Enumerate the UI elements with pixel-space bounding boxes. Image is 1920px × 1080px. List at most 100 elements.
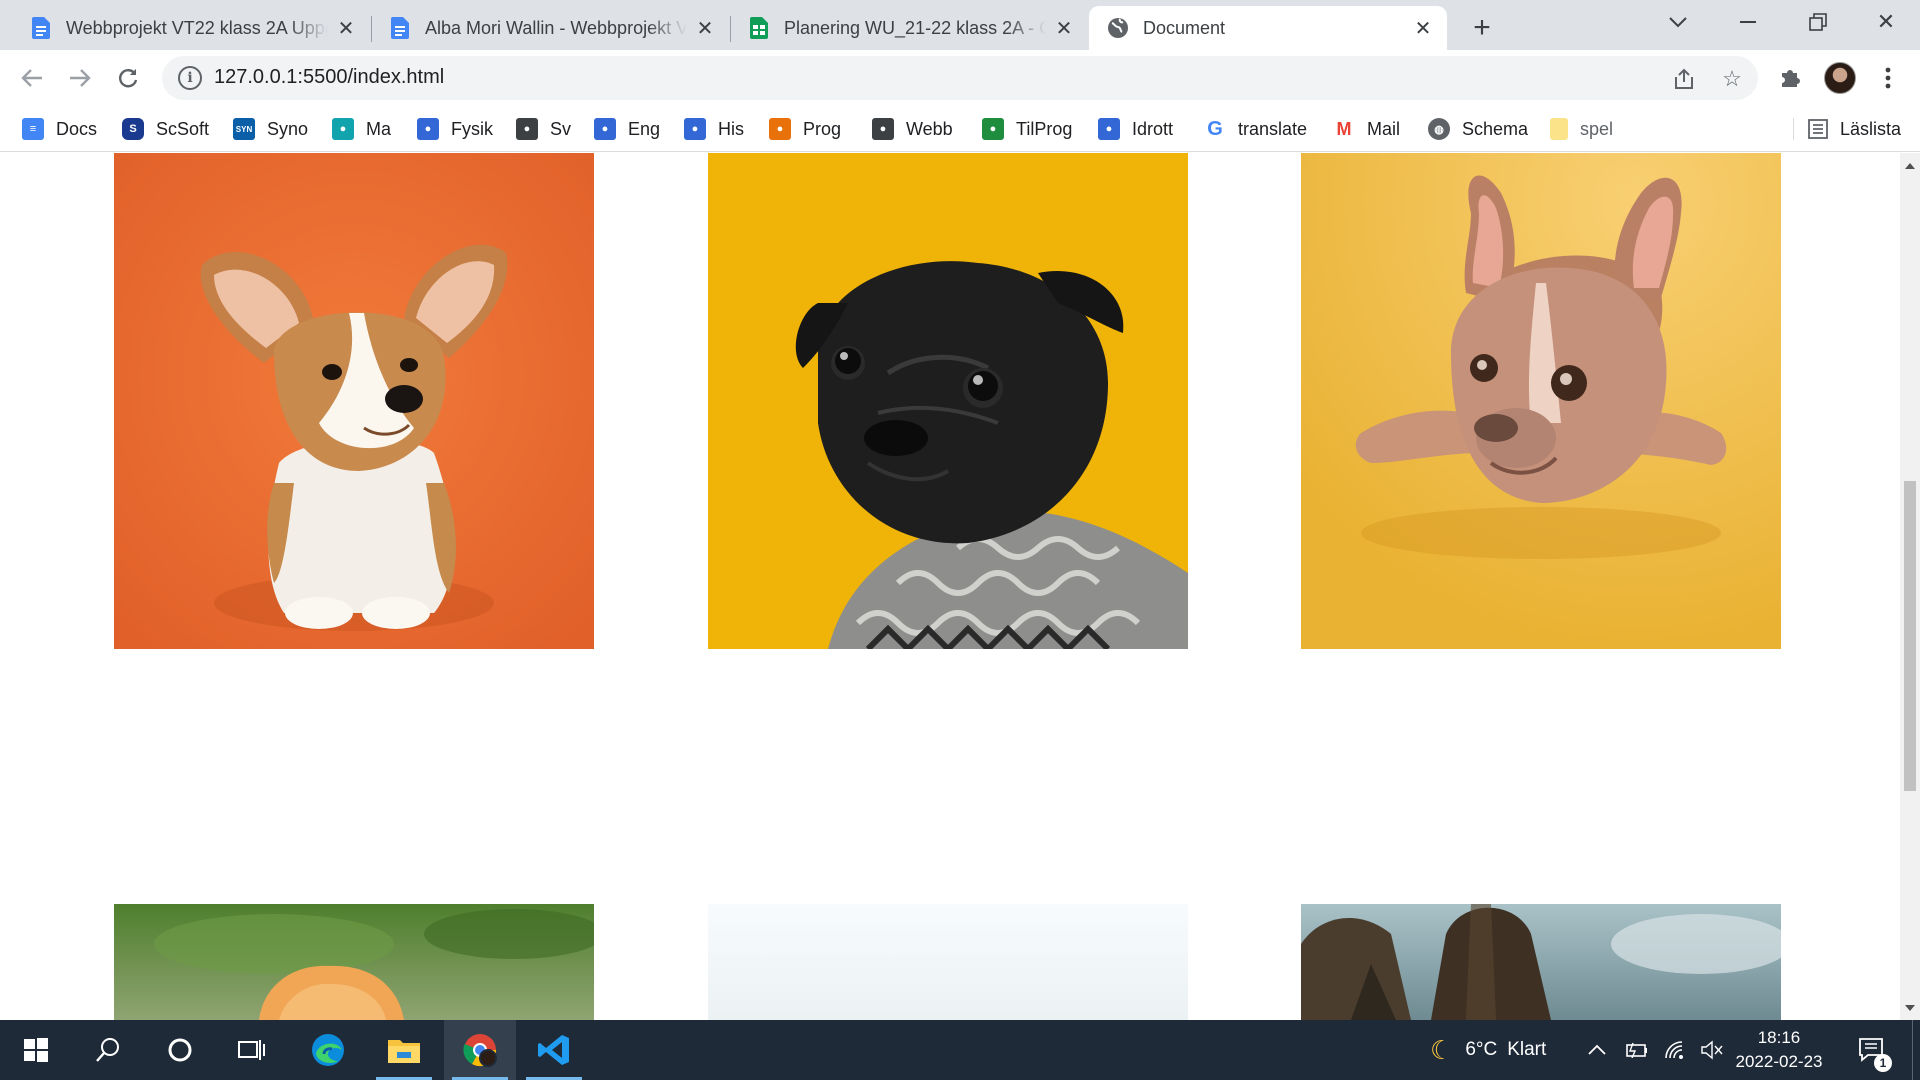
orange-dog-image xyxy=(114,904,594,1020)
bookmark-folder-spel[interactable]: spel xyxy=(1550,114,1613,144)
close-icon[interactable]: ✕ xyxy=(336,18,356,40)
classroom-icon: ● xyxy=(1098,118,1120,140)
url-text[interactable]: 127.0.0.1:5500/index.html xyxy=(214,66,444,89)
clock-date: 2022-02-23 xyxy=(1735,1052,1823,1071)
bookmark-label: Sv xyxy=(550,118,572,139)
bookmark-docs[interactable]: ≡ Docs xyxy=(22,114,97,144)
tab-alba-mori-wallin[interactable]: Alba Mori Wallin - Webbprojekt VT22 ✕ xyxy=(371,6,729,50)
task-view-button[interactable] xyxy=(216,1020,288,1080)
edge-icon xyxy=(312,1034,344,1066)
info-icon[interactable]: i xyxy=(178,66,202,90)
tab-search-button[interactable] xyxy=(1643,0,1713,44)
search-button[interactable] xyxy=(72,1020,144,1080)
tab-planering[interactable]: Planering WU_21-22 klass 2A - Google Kal… xyxy=(730,6,1088,50)
bookmark-star-button[interactable]: ☆ xyxy=(1718,65,1746,93)
vscode-button[interactable] xyxy=(518,1020,590,1080)
show-hidden-icons-button[interactable] xyxy=(1588,1020,1606,1080)
docs-icon: ≡ xyxy=(22,118,44,140)
bookmark-sv[interactable]: ● Sv xyxy=(516,114,571,144)
reload-button[interactable] xyxy=(110,60,146,96)
vertical-scrollbar[interactable] xyxy=(1900,153,1920,1020)
file-explorer-button[interactable] xyxy=(368,1020,440,1080)
bookmark-syno[interactable]: SYN Syno xyxy=(233,114,308,144)
minimize-button[interactable] xyxy=(1713,0,1783,44)
cortana-button[interactable] xyxy=(144,1020,216,1080)
forward-button[interactable] xyxy=(62,60,98,96)
forest-photo-image xyxy=(1301,904,1781,1020)
gmail-icon: M xyxy=(1336,118,1352,139)
bookmark-label: Eng xyxy=(628,118,661,139)
bookmark-eng[interactable]: ● Eng xyxy=(594,114,660,144)
bookmark-translate[interactable]: G translate xyxy=(1204,114,1307,144)
bookmark-ma[interactable]: ● Ma xyxy=(332,114,391,144)
globe-icon xyxy=(1107,17,1129,39)
page-viewport[interactable] xyxy=(0,153,1900,1020)
edge-button[interactable] xyxy=(292,1020,364,1080)
tab-title: Planering WU_21-22 klass 2A - Google Kal… xyxy=(784,17,1046,38)
bookmark-label: spel xyxy=(1580,118,1614,139)
extensions-button[interactable] xyxy=(1772,60,1808,96)
tab-webbprojekt-uppgift[interactable]: Webbprojekt VT22 klass 2A Uppgift ✕ xyxy=(12,6,370,50)
bookmark-schema[interactable]: ◍ Schema xyxy=(1428,114,1528,144)
clock[interactable]: 18:16 2022-02-23 xyxy=(1735,1020,1823,1080)
bookmark-label: ScSoft xyxy=(156,118,210,139)
close-icon[interactable]: ✕ xyxy=(1054,18,1074,40)
chevron-down-icon xyxy=(1669,17,1687,28)
classroom-icon: ● xyxy=(417,118,439,140)
reading-list-icon xyxy=(1808,119,1828,139)
docs-icon xyxy=(30,17,52,39)
classroom-icon: ● xyxy=(516,118,538,140)
corgi-puppy-image xyxy=(114,153,594,649)
address-bar[interactable]: i 127.0.0.1:5500/index.html ☆ xyxy=(162,56,1758,100)
bookmark-label: Mail xyxy=(1367,118,1401,139)
action-center-button[interactable]: 1 xyxy=(1858,1020,1892,1080)
close-window-button[interactable]: ✕ xyxy=(1851,0,1920,44)
browser-toolbar: i 127.0.0.1:5500/index.html ☆ xyxy=(0,50,1920,106)
start-button[interactable] xyxy=(0,1020,72,1080)
volume-button[interactable] xyxy=(1700,1020,1724,1080)
scroll-up-arrow-icon[interactable] xyxy=(1905,163,1915,169)
bookmark-label: Syno xyxy=(267,118,309,139)
notification-count-badge: 1 xyxy=(1874,1054,1892,1072)
bookmark-label: Webb xyxy=(906,118,953,139)
docs-icon xyxy=(389,17,411,39)
minimize-icon xyxy=(1740,21,1756,23)
menu-button[interactable] xyxy=(1870,60,1906,96)
close-icon[interactable]: ✕ xyxy=(695,18,715,40)
puzzle-icon xyxy=(1782,70,1800,87)
google-icon: G xyxy=(1207,117,1223,140)
reading-list-button[interactable]: Läslista xyxy=(1808,114,1901,144)
network-button[interactable] xyxy=(1662,1020,1686,1080)
reading-list-label: Läslista xyxy=(1840,118,1902,139)
chevron-up-icon xyxy=(1588,1044,1606,1055)
close-icon[interactable]: ✕ xyxy=(1413,18,1433,40)
folder-icon xyxy=(1550,118,1568,140)
tab-document[interactable]: Document ✕ xyxy=(1089,6,1447,50)
windows-logo-icon xyxy=(24,1038,48,1062)
share-button[interactable] xyxy=(1670,65,1698,93)
bookmark-prog[interactable]: ● Prog xyxy=(769,114,841,144)
bookmark-his[interactable]: ● His xyxy=(684,114,744,144)
chrome-button[interactable] xyxy=(444,1020,516,1080)
bookmark-label: Idrott xyxy=(1132,118,1174,139)
scroll-down-arrow-icon[interactable] xyxy=(1905,1005,1915,1011)
task-view-icon xyxy=(238,1040,265,1060)
tab-strip: Webbprojekt VT22 klass 2A Uppgift ✕ Alba… xyxy=(0,0,1920,50)
new-tab-button[interactable]: + xyxy=(1465,11,1499,45)
bookmark-idrott[interactable]: ● Idrott xyxy=(1098,114,1173,144)
battery-icon xyxy=(1626,1042,1647,1058)
battery-button[interactable] xyxy=(1624,1020,1648,1080)
bookmark-mail[interactable]: M Mail xyxy=(1333,114,1401,144)
restore-button[interactable] xyxy=(1783,0,1853,44)
bookmark-tilprog[interactable]: ● TilProg xyxy=(982,114,1072,144)
back-button[interactable] xyxy=(14,60,50,96)
weather-widget[interactable]: ☾ 6°C Klart xyxy=(1430,1020,1546,1080)
shield-icon: S xyxy=(122,118,144,140)
bookmark-fysik[interactable]: ● Fysik xyxy=(417,114,493,144)
arrow-left-icon xyxy=(21,69,42,87)
bookmark-scsoft[interactable]: S ScSoft xyxy=(122,114,209,144)
profile-button[interactable] xyxy=(1822,60,1858,96)
bookmark-webb[interactable]: ● Webb xyxy=(872,114,953,144)
scrollbar-thumb[interactable] xyxy=(1904,481,1916,791)
bookmark-label: translate xyxy=(1238,118,1308,139)
